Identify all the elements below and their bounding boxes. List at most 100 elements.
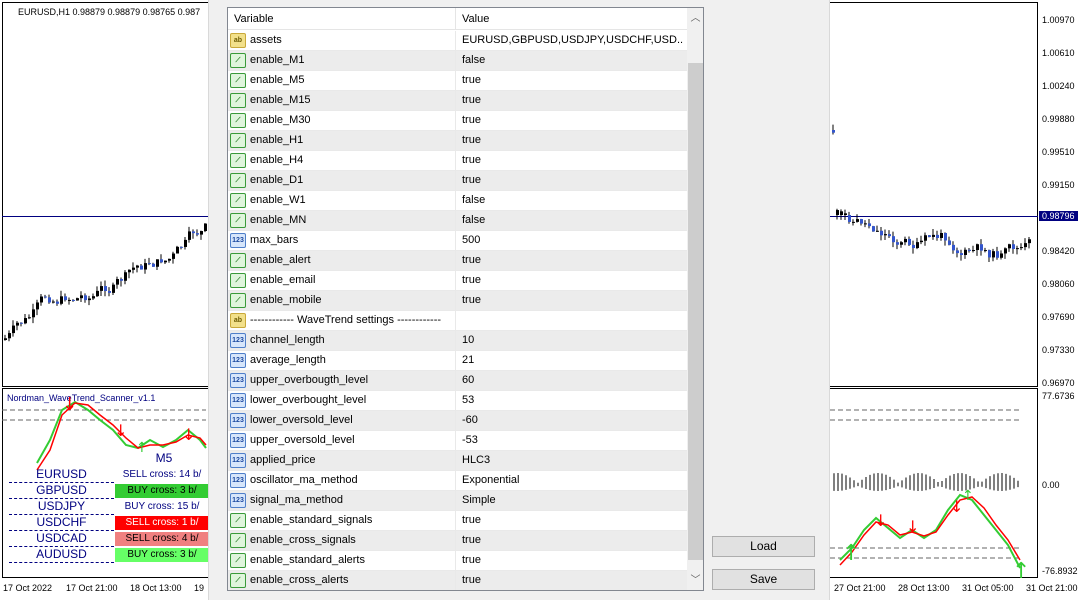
input-row[interactable]: ⟋ enable_email true bbox=[228, 271, 687, 291]
input-value[interactable]: 53 bbox=[462, 394, 684, 406]
price-label: 0.98420 bbox=[1042, 246, 1075, 256]
scanner-symbol: AUDUSD bbox=[9, 547, 114, 563]
price-label: 0.98060 bbox=[1042, 279, 1075, 289]
input-row[interactable]: ⟋ enable_H1 true bbox=[228, 131, 687, 151]
save-button[interactable]: Save bbox=[712, 569, 815, 590]
candle-body bbox=[916, 242, 919, 249]
input-value[interactable]: true bbox=[462, 174, 684, 186]
candle-body bbox=[1016, 248, 1019, 250]
indicator-level-label: 77.6736 bbox=[1042, 391, 1075, 401]
candle-body bbox=[1028, 239, 1031, 244]
scanner-signal: SELL cross: 14 b/ bbox=[122, 469, 202, 480]
svg-text:↑: ↑ bbox=[842, 541, 860, 566]
input-row[interactable]: ⟋ enable_cross_alerts true bbox=[228, 571, 687, 590]
bool-type-icon: ⟋ bbox=[230, 113, 246, 128]
svg-text:↓: ↓ bbox=[906, 517, 919, 536]
candle-body bbox=[192, 231, 195, 234]
candle-body bbox=[172, 253, 175, 259]
input-value[interactable]: -53 bbox=[462, 434, 684, 446]
candle-body bbox=[968, 249, 971, 251]
input-value[interactable]: false bbox=[462, 194, 684, 206]
input-value[interactable]: 60 bbox=[462, 374, 684, 386]
input-value[interactable]: true bbox=[462, 514, 684, 526]
input-value[interactable]: true bbox=[462, 74, 684, 86]
input-value[interactable]: false bbox=[462, 214, 684, 226]
input-value[interactable]: HLC3 bbox=[462, 454, 684, 466]
value-column-header[interactable]: Value bbox=[462, 13, 489, 25]
scanner-symbol: USDJPY bbox=[9, 499, 114, 515]
input-row[interactable]: ⟋ enable_W1 false bbox=[228, 191, 687, 211]
candle-body bbox=[92, 296, 95, 299]
input-row[interactable]: ⟋ enable_H4 true bbox=[228, 151, 687, 171]
input-value[interactable]: true bbox=[462, 94, 684, 106]
input-row[interactable]: 123 channel_length 10 bbox=[228, 331, 687, 351]
inputs-grid[interactable]: Variable Value ab assets EURUSD,GBPUSD,USD… bbox=[227, 7, 704, 591]
candle-body bbox=[140, 265, 143, 270]
input-row[interactable]: ⟋ enable_D1 true bbox=[228, 171, 687, 191]
input-row[interactable]: 123 upper_oversold_level -53 bbox=[228, 431, 687, 451]
price-axis[interactable]: 1.00970 1.00610 1.00240 0.99880 0.99510 … bbox=[1038, 0, 1082, 600]
input-row[interactable]: ab assets EURUSD,GBPUSD,USDJPY,USDCHF,USD.… bbox=[228, 31, 687, 51]
load-button[interactable]: Load bbox=[712, 536, 815, 557]
variable-column-header[interactable]: Variable bbox=[234, 13, 274, 25]
input-value[interactable]: Simple bbox=[462, 494, 684, 506]
scroll-up-icon[interactable]: ︿ bbox=[687, 10, 703, 27]
input-name: assets bbox=[250, 34, 282, 46]
input-row[interactable]: 123 lower_overbought_level 53 bbox=[228, 391, 687, 411]
input-value[interactable]: true bbox=[462, 274, 684, 286]
input-value[interactable]: 21 bbox=[462, 354, 684, 366]
input-row[interactable]: ⟋ enable_M15 true bbox=[228, 91, 687, 111]
candle-body bbox=[1024, 243, 1027, 248]
input-row[interactable]: ⟋ enable_standard_alerts true bbox=[228, 551, 687, 571]
input-row[interactable]: 123 applied_price HLC3 bbox=[228, 451, 687, 471]
input-value[interactable]: true bbox=[462, 294, 684, 306]
candles-right bbox=[832, 124, 1031, 262]
input-value[interactable]: true bbox=[462, 554, 684, 566]
input-row[interactable]: ⟋ enable_M30 true bbox=[228, 111, 687, 131]
input-value[interactable]: false bbox=[462, 54, 684, 66]
candle-body bbox=[1000, 253, 1003, 258]
input-value[interactable]: true bbox=[462, 154, 684, 166]
string-type-icon: ab bbox=[230, 33, 246, 48]
input-row[interactable]: 123 lower_oversold_level -60 bbox=[228, 411, 687, 431]
candle-body bbox=[156, 259, 159, 267]
input-row[interactable]: ab ------------ WaveTrend settings ------… bbox=[228, 311, 687, 331]
input-row[interactable]: 123 upper_overbougth_level 60 bbox=[228, 371, 687, 391]
input-row[interactable]: 123 average_length 21 bbox=[228, 351, 687, 371]
scanner-row: USDJPY BUY cross: 15 b/ bbox=[9, 499, 209, 515]
number-type-icon: 123 bbox=[230, 433, 246, 448]
input-row[interactable]: ⟋ enable_MN false bbox=[228, 211, 687, 231]
input-value[interactable]: 10 bbox=[462, 334, 684, 346]
scroll-down-icon[interactable]: ﹀ bbox=[687, 572, 703, 589]
input-value[interactable]: true bbox=[462, 534, 684, 546]
input-value[interactable]: true bbox=[462, 114, 684, 126]
grid-scrollbar[interactable]: ︿ ﹀ bbox=[687, 8, 703, 590]
input-value[interactable]: 500 bbox=[462, 234, 684, 246]
input-value[interactable]: EURUSD,GBPUSD,USDJPY,USDCHF,USD... bbox=[462, 34, 684, 46]
input-row[interactable]: ⟋ enable_standard_signals true bbox=[228, 511, 687, 531]
candle-body bbox=[984, 250, 987, 252]
input-value[interactable]: Exponential bbox=[462, 474, 684, 486]
input-name: enable_M1 bbox=[250, 54, 305, 66]
input-row[interactable]: 123 oscillator_ma_method Exponential bbox=[228, 471, 687, 491]
input-row[interactable]: ⟋ enable_mobile true bbox=[228, 291, 687, 311]
scroll-thumb[interactable] bbox=[688, 63, 703, 560]
svg-text:↑: ↑ bbox=[962, 488, 974, 504]
input-row[interactable]: ⟋ enable_M1 false bbox=[228, 51, 687, 71]
input-row[interactable]: 123 max_bars 500 bbox=[228, 231, 687, 251]
input-value[interactable]: -60 bbox=[462, 414, 684, 426]
time-label: 17 Oct 2022 bbox=[3, 583, 53, 593]
candle-body bbox=[1020, 247, 1023, 249]
candle-body bbox=[856, 219, 859, 222]
candle-body bbox=[888, 234, 891, 237]
input-value[interactable]: true bbox=[462, 574, 684, 586]
input-value[interactable]: true bbox=[462, 254, 684, 266]
candle-body bbox=[108, 291, 111, 293]
input-row[interactable]: ⟋ enable_M5 true bbox=[228, 71, 687, 91]
input-row[interactable]: ⟋ enable_alert true bbox=[228, 251, 687, 271]
input-value[interactable]: true bbox=[462, 134, 684, 146]
input-row[interactable]: 123 signal_ma_method Simple bbox=[228, 491, 687, 511]
candle-body bbox=[860, 219, 863, 224]
input-row[interactable]: ⟋ enable_cross_signals true bbox=[228, 531, 687, 551]
candle-body bbox=[884, 234, 887, 236]
